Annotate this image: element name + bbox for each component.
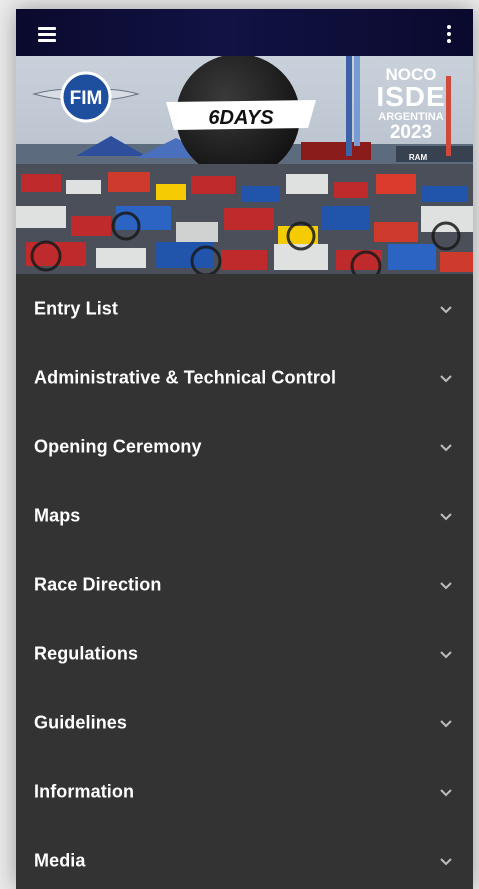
accordion-item-regulations[interactable]: Regulations	[16, 619, 473, 688]
app-screen: FIM 6DAYS NOCO ISDE ARGENTINA 2023 RAM E…	[16, 9, 473, 889]
chevron-down-icon	[440, 788, 452, 796]
accordion-item-maps[interactable]: Maps	[16, 481, 473, 550]
svg-text:ISDE: ISDE	[376, 81, 445, 112]
accordion-item-label: Race Direction	[34, 574, 162, 594]
chevron-down-icon	[440, 857, 452, 865]
hamburger-menu-icon[interactable]	[30, 23, 64, 47]
accordion-item-label: Regulations	[34, 643, 139, 663]
accordion-item-label: Information	[34, 781, 135, 801]
accordion-item-label: Administrative & Technical Control	[34, 367, 337, 387]
accordion-item-guidelines[interactable]: Guidelines	[16, 688, 473, 757]
sixdays-logo: 6DAYS	[166, 100, 316, 130]
accordion-item-administrative-technical-control[interactable]: Administrative & Technical Control	[16, 343, 473, 412]
accordion-item-race-direction[interactable]: Race Direction	[16, 550, 473, 619]
accordion-item-label: Maps	[34, 505, 81, 525]
svg-text:FIM: FIM	[70, 88, 103, 109]
accordion-item-label: Entry List	[34, 298, 119, 318]
svg-text:6DAYS: 6DAYS	[208, 107, 274, 129]
chevron-down-icon	[440, 512, 452, 520]
accordion-item-information[interactable]: Information	[16, 757, 473, 826]
event-banner: FIM 6DAYS NOCO ISDE ARGENTINA 2023 RAM	[16, 56, 473, 274]
chevron-down-icon	[440, 374, 452, 382]
chevron-down-icon	[440, 719, 452, 727]
accordion-item-media[interactable]: Media	[16, 826, 473, 889]
chevron-down-icon	[440, 581, 452, 589]
svg-text:RAM: RAM	[409, 153, 428, 162]
chevron-down-icon	[440, 650, 452, 658]
accordion-item-opening-ceremony[interactable]: Opening Ceremony	[16, 412, 473, 481]
more-vert-icon[interactable]	[439, 25, 459, 51]
app-bar	[16, 9, 473, 56]
accordion-item-label: Guidelines	[34, 712, 128, 732]
svg-text:2023: 2023	[390, 122, 432, 143]
accordion-item-label: Opening Ceremony	[34, 436, 202, 456]
accordion-item-entry-list[interactable]: Entry List	[16, 274, 473, 343]
chevron-down-icon	[440, 443, 452, 451]
banner-image: FIM 6DAYS NOCO ISDE ARGENTINA 2023 RAM	[16, 56, 473, 274]
section-accordion: Entry List Administrative & Technical Co…	[16, 274, 473, 889]
chevron-down-icon	[440, 305, 452, 313]
